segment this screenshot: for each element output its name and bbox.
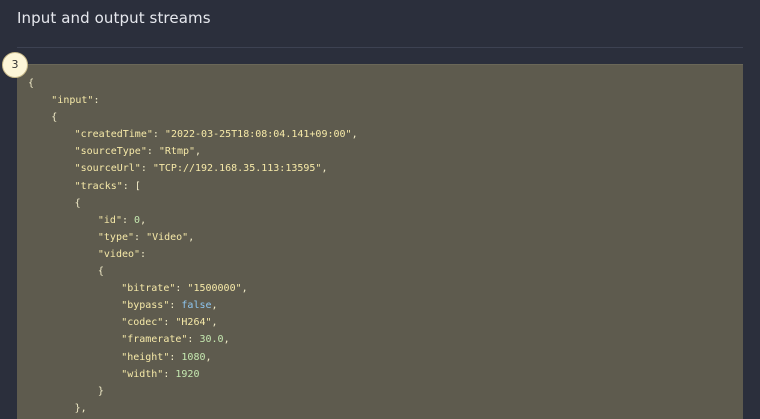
code-token-punct: : xyxy=(163,317,176,329)
code-line: "bypass": false, xyxy=(17,297,358,314)
code-token-key: "sourceUrl" xyxy=(74,163,141,175)
code-token-punct: , xyxy=(211,300,218,312)
code-token-str: "Rtmp" xyxy=(158,146,196,158)
code-token-punct: : xyxy=(146,146,159,158)
code-token-str: "Video" xyxy=(146,231,189,243)
code-token-punct: : xyxy=(93,95,100,107)
code-token-punct: , xyxy=(223,334,230,346)
code-token-punct: : xyxy=(152,129,165,141)
code-token-str: "2022-03-25T18:08:04.141+09:00" xyxy=(164,129,352,141)
code-token-key: "sourceType" xyxy=(74,146,147,158)
code-token-punct: , xyxy=(205,351,212,363)
code-token-key: "framerate" xyxy=(121,334,188,346)
code-token-punct: : xyxy=(140,163,153,175)
code-line: { xyxy=(17,75,358,92)
page: Input and output streams 3 { "input": { "cr… xyxy=(0,0,760,419)
code-token-punct: , xyxy=(140,214,147,226)
code-token-num: 30.0 xyxy=(199,334,224,346)
code-token-key: "bypass" xyxy=(121,300,170,312)
code-token-str: "1500000" xyxy=(187,283,242,295)
code-line: "id": 0, xyxy=(17,212,358,229)
code-token-punct: , xyxy=(211,317,218,329)
code-token-str: "TCP://192.168.35.113:13595" xyxy=(152,163,322,175)
code-token-punct: { xyxy=(51,112,58,124)
code-line: "sourceUrl": "TCP://192.168.35.113:13595… xyxy=(17,160,358,177)
code-token-punct: { xyxy=(74,197,81,209)
title-divider xyxy=(17,47,743,48)
code-token-punct: , xyxy=(351,129,358,141)
code-line: "tracks": [ xyxy=(17,178,358,195)
code-token-punct: : xyxy=(134,231,147,243)
code-token-punct: : xyxy=(175,283,188,295)
code-token-punct: : xyxy=(163,368,176,380)
code-token-key: "video" xyxy=(97,248,141,260)
code-line: "input": xyxy=(17,92,358,109)
code-line: "bitrate": "1500000", xyxy=(17,280,358,297)
code-token-key: "height" xyxy=(121,351,170,363)
code-token-punct: } xyxy=(97,385,104,397)
code-token-punct: , xyxy=(188,231,195,243)
code-token-num: 1920 xyxy=(175,368,200,380)
step-number-badge: 3 xyxy=(2,52,28,78)
code-token-punct: { xyxy=(97,266,104,278)
code-line: "codec": "H264", xyxy=(17,314,358,331)
code-line: "width": 1920 xyxy=(17,366,358,383)
code-token-key: "codec" xyxy=(121,317,164,329)
code-token-key: "type" xyxy=(97,231,135,243)
code-token-punct: }, xyxy=(74,402,87,414)
code-line: }, xyxy=(17,400,358,417)
code-token-key: "width" xyxy=(121,368,164,380)
code-token-punct: : xyxy=(187,334,200,346)
code-token-punct: : xyxy=(140,248,147,260)
code-token-key: "input" xyxy=(51,95,94,107)
code-line: "sourceType": "Rtmp", xyxy=(17,143,358,160)
code-token-punct: { xyxy=(28,78,35,89)
code-token-key: "createdTime" xyxy=(74,129,153,141)
code-token-key: "tracks" xyxy=(74,180,123,192)
section-title: Input and output streams xyxy=(17,9,211,27)
code-line: } xyxy=(17,383,358,400)
code-line: { xyxy=(17,263,358,280)
code-token-punct: , xyxy=(195,146,202,158)
code-line: { xyxy=(17,195,358,212)
code-token-key: "bitrate" xyxy=(121,283,176,295)
code-block: { "input": { "createdTime": "2022-03-25T18:… xyxy=(17,64,743,419)
code-line: "createdTime": "2022-03-25T18:08:04.141+… xyxy=(17,126,358,143)
code-token-bool: false xyxy=(181,300,212,312)
code-token-punct: : xyxy=(169,351,182,363)
code-token-punct: , xyxy=(321,163,328,175)
code-token-punct: : xyxy=(169,300,182,312)
code-line: "video": xyxy=(17,246,358,263)
code-token-punct: , xyxy=(241,283,248,295)
code-token-key: "id" xyxy=(97,214,122,226)
code-token-num: 1080 xyxy=(181,351,206,363)
code-line: "type": "Video", xyxy=(17,229,358,246)
code-token-punct: : xyxy=(121,214,135,226)
code-line: "framerate": 30.0, xyxy=(17,331,358,348)
code-line: { xyxy=(17,109,358,126)
json-code: { "input": { "createdTime": "2022-03-25T18:… xyxy=(17,75,358,417)
code-line: "height": 1080, xyxy=(17,349,358,366)
code-token-str: "H264" xyxy=(175,317,212,329)
code-token-punct: : [ xyxy=(122,180,141,192)
